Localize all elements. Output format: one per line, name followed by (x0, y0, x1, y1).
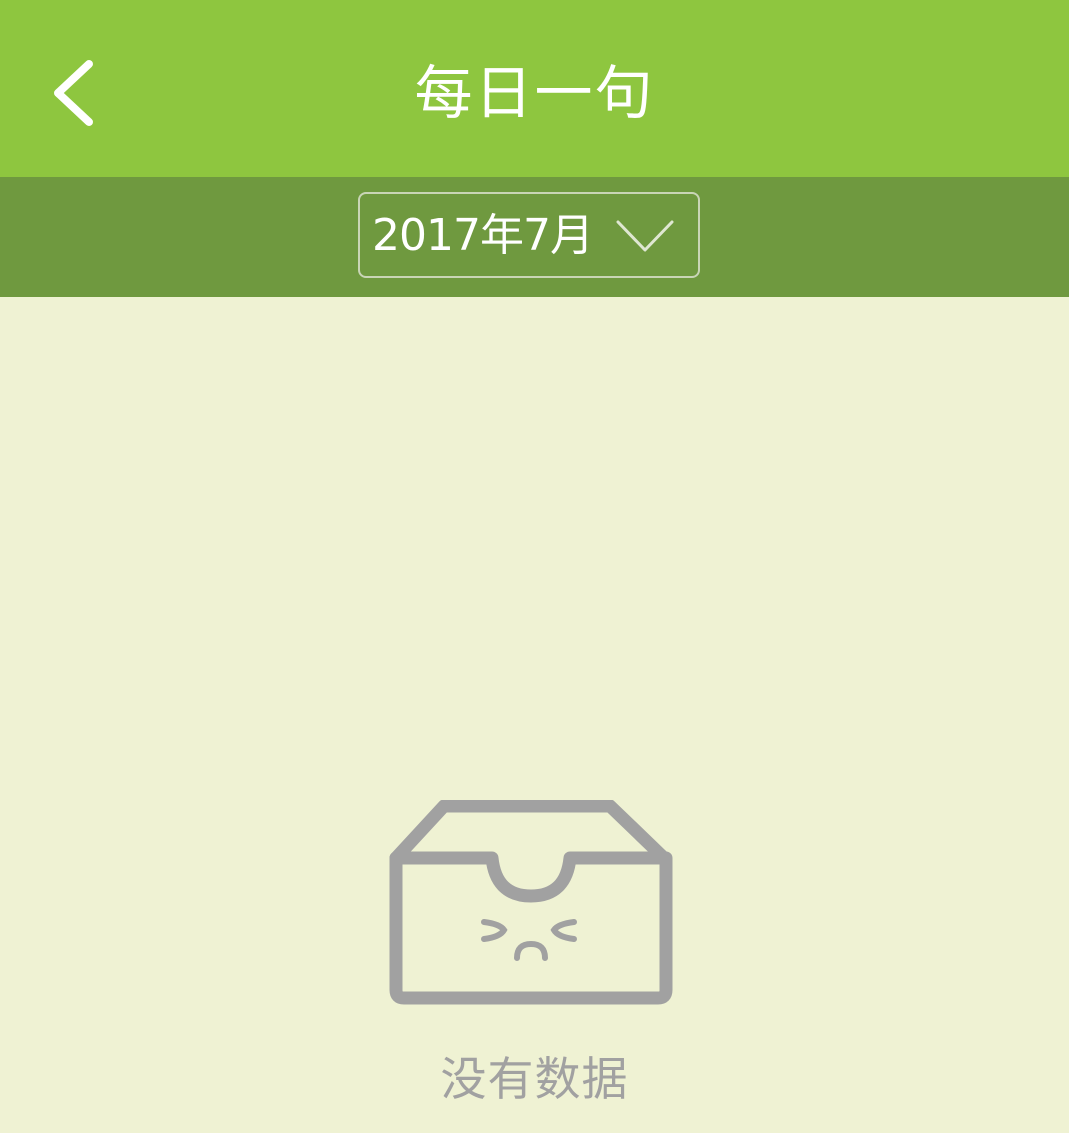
top-app-bar: 每日一句 (0, 0, 1069, 177)
month-selector[interactable]: 2017年7月 (358, 192, 700, 278)
chevron-down-icon (614, 218, 676, 254)
empty-box-icon (388, 799, 674, 1006)
empty-state-message: 没有数据 (440, 1052, 629, 1106)
selected-month-label: 2017年7月 (372, 210, 594, 261)
page-title: 每日一句 (414, 59, 655, 127)
